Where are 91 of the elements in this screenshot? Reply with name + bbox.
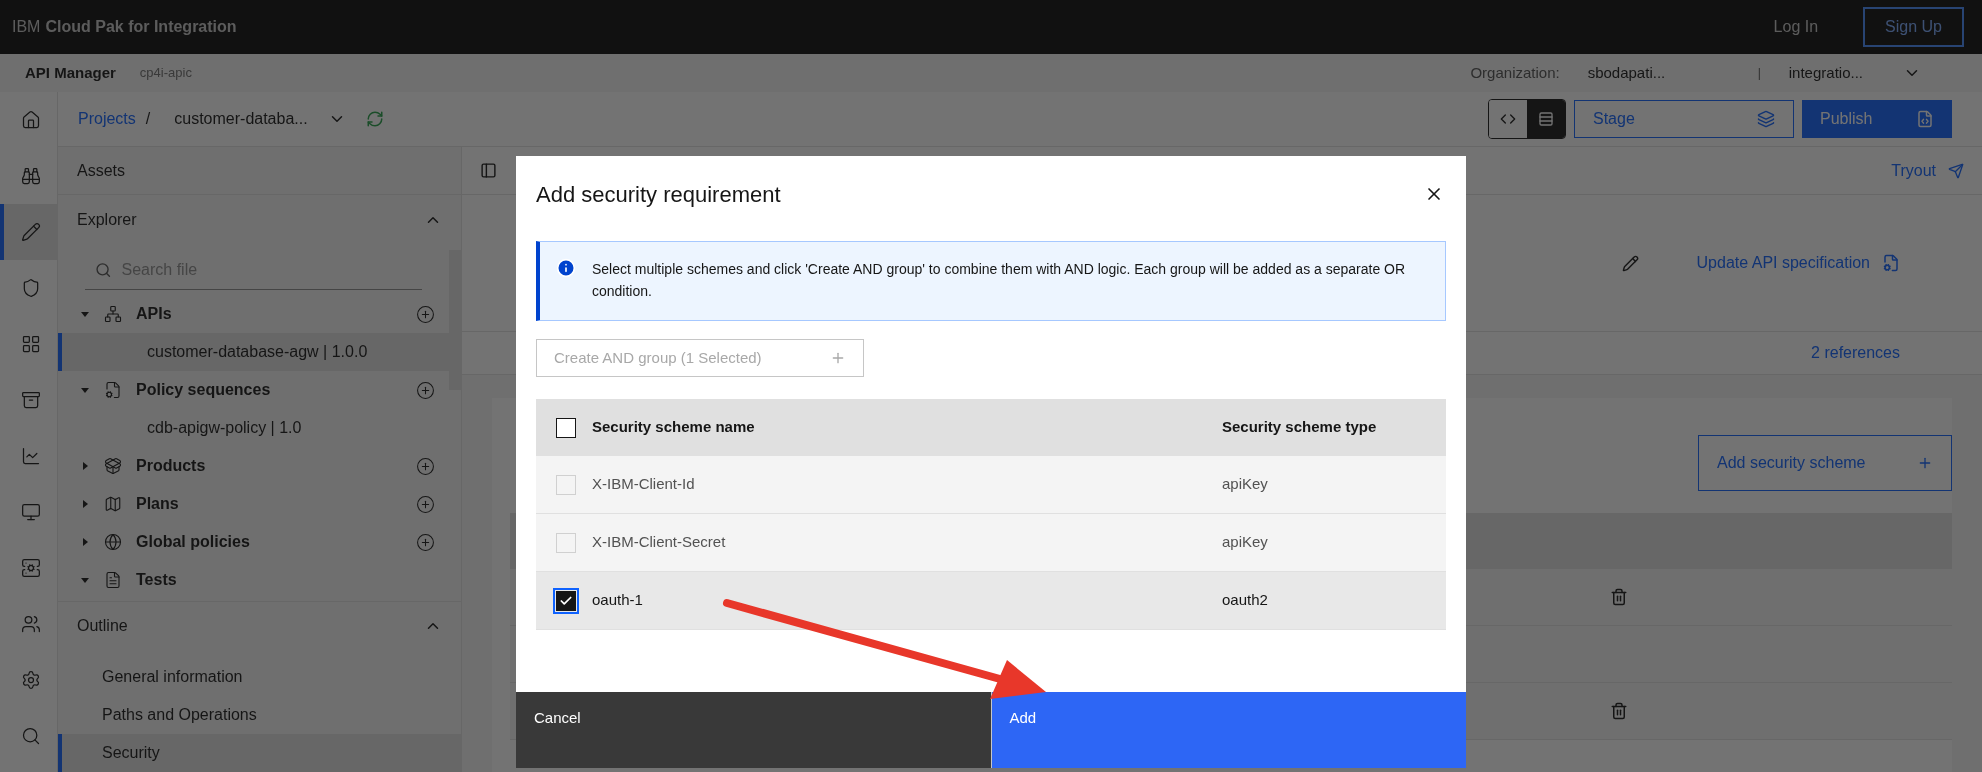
add-scheme-button[interactable]: Add security scheme	[1698, 435, 1952, 491]
add-button[interactable]: Add	[990, 692, 1466, 768]
outline-item[interactable]: General information	[58, 658, 461, 696]
organization-name: sbodapati...	[1587, 62, 1667, 83]
send-icon	[1948, 162, 1964, 179]
catalog-dropdown[interactable]: integratio...	[1788, 61, 1921, 85]
login-link[interactable]: Log In	[1773, 15, 1819, 39]
caret-icon[interactable]	[80, 309, 90, 319]
cancel-button[interactable]: Cancel	[516, 692, 991, 768]
breadcrumb-separator: /	[145, 109, 151, 129]
assets-heading: Assets	[58, 147, 461, 195]
tree-folder[interactable]: Global policies	[136, 530, 250, 554]
search-icon[interactable]	[20, 726, 41, 746]
scheme-name: X-IBM-Client-Id	[592, 474, 696, 495]
scheme-type: apiKey	[1222, 474, 1268, 495]
tree-folder[interactable]: Products	[136, 454, 206, 478]
projects-link[interactable]: Projects	[78, 107, 136, 131]
info-icon	[556, 258, 576, 278]
delete-icon[interactable]	[1610, 702, 1628, 720]
pencil-icon[interactable]	[20, 222, 41, 242]
caret-icon[interactable]	[80, 575, 90, 585]
outline-item[interactable]: Paths and Operations	[58, 696, 461, 734]
caret-icon[interactable]	[80, 499, 90, 509]
add-icon[interactable]	[416, 532, 435, 552]
tree-folder[interactable]: Tests	[136, 568, 177, 592]
brand-prefix: IBM	[12, 17, 41, 37]
plus-icon	[1917, 455, 1933, 471]
stage-button[interactable]: Stage	[1574, 100, 1794, 138]
signup-button[interactable]: Sign Up	[1863, 7, 1964, 47]
add-icon[interactable]	[416, 456, 435, 476]
globe-icon	[104, 533, 122, 551]
publish-button[interactable]: Publish	[1802, 100, 1952, 138]
delete-icon[interactable]	[1610, 588, 1628, 606]
explorer-heading: Explorer	[77, 210, 137, 230]
tree-folder[interactable]: Policy sequences	[136, 378, 271, 402]
checkbox[interactable]	[556, 590, 576, 611]
caret-icon[interactable]	[80, 537, 90, 547]
home-icon[interactable]	[20, 110, 41, 130]
settings-icon[interactable]	[20, 670, 41, 690]
outline-heading: Outline	[77, 615, 128, 636]
edit-icon[interactable]	[1621, 254, 1639, 272]
brand-title: Cloud Pak for Integration	[45, 17, 237, 37]
tree-folder[interactable]: Plans	[136, 492, 179, 516]
server-icon[interactable]	[20, 558, 41, 578]
grid-icon[interactable]	[20, 334, 41, 354]
document-icon	[104, 571, 122, 589]
caret-icon[interactable]	[80, 461, 90, 471]
outline-item[interactable]: Security	[58, 734, 461, 772]
add-icon[interactable]	[416, 304, 435, 324]
column-header: Security scheme name	[592, 417, 756, 438]
document-icon	[1916, 110, 1934, 128]
network-icon	[104, 305, 122, 323]
package-icon	[104, 457, 122, 475]
binoculars-icon[interactable]	[20, 166, 41, 186]
add-icon[interactable]	[416, 380, 435, 400]
project-dropdown[interactable]: customer-databa...	[174, 107, 346, 131]
scheme-name: oauth-1	[592, 590, 644, 611]
users-icon[interactable]	[20, 614, 41, 634]
tree-item[interactable]: customer-database-agw | 1.0.0	[58, 333, 449, 371]
checkbox[interactable]	[556, 417, 576, 438]
code-icon	[1500, 111, 1516, 127]
monitor-icon[interactable]	[20, 502, 41, 522]
map-icon	[104, 495, 122, 513]
modal-title: Add security requirement	[536, 181, 781, 209]
list-icon	[1538, 111, 1554, 127]
scheme-type: apiKey	[1222, 532, 1268, 553]
form-view-button[interactable]	[1527, 100, 1565, 138]
document-icon	[1882, 254, 1900, 272]
organization-label: Organization:	[1470, 62, 1560, 83]
layers-icon	[1757, 110, 1775, 128]
info-text: Select multiple schemes and click 'Create AND group' to combine them with AND logic. Each group will be added as a separate OR condition.	[592, 260, 1407, 301]
app-name: API Manager	[25, 62, 116, 83]
refresh-icon[interactable]	[365, 110, 384, 128]
scheme-name: X-IBM-Client-Secret	[592, 532, 727, 553]
separator: |	[1757, 65, 1761, 82]
archive-icon[interactable]	[20, 390, 41, 410]
tree-folder[interactable]: APIs	[136, 302, 172, 326]
collapse-panel-icon[interactable]	[480, 162, 497, 179]
tryout-link[interactable]: Tryout	[1891, 158, 1964, 183]
search-icon	[95, 260, 112, 279]
references-link[interactable]: 2 references	[1811, 341, 1900, 365]
table-row[interactable]: oauth-1 oauth2	[536, 572, 1446, 630]
scheme-type: oauth2	[1222, 590, 1268, 611]
chart-icon[interactable]	[20, 446, 41, 466]
add-icon[interactable]	[416, 494, 435, 514]
caret-icon[interactable]	[80, 385, 90, 395]
update-spec-link[interactable]: Update API specification	[1696, 251, 1900, 275]
column-header: Security scheme type	[1222, 417, 1377, 438]
tree-item[interactable]: cdb-apigw-policy | 1.0	[58, 409, 449, 447]
file-icon	[104, 381, 122, 399]
plus-icon	[830, 350, 846, 366]
